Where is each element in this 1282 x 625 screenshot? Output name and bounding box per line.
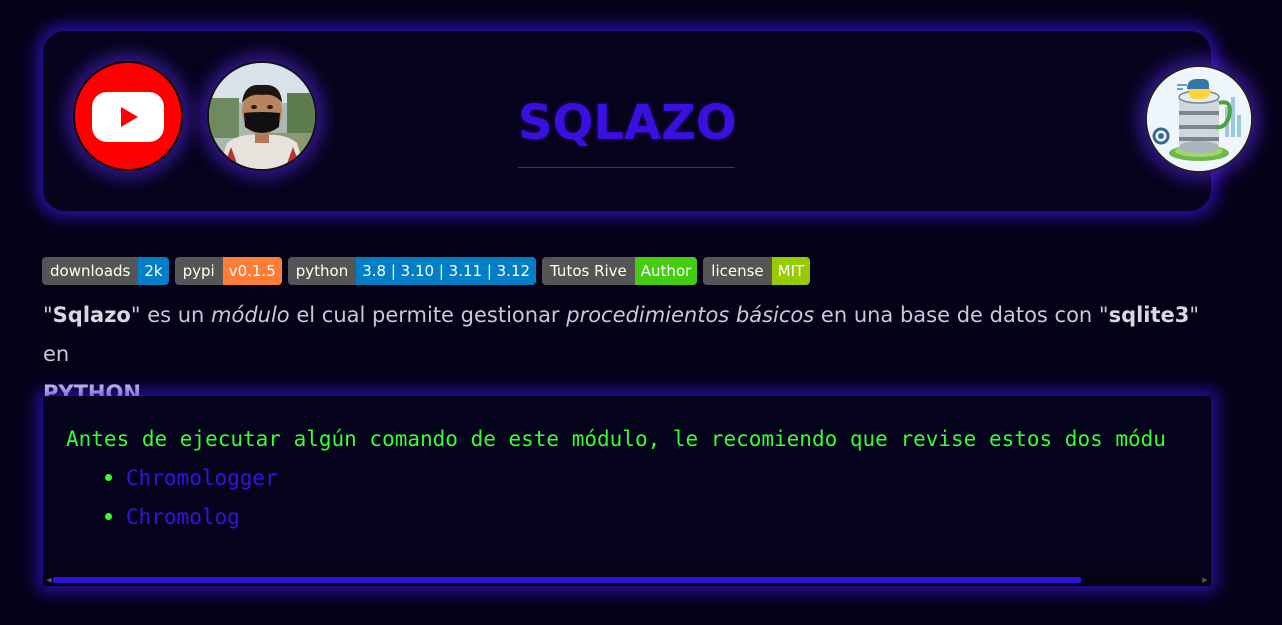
badge-label: license (703, 257, 772, 285)
dependency-list: Chromologger Chromolog (103, 463, 278, 541)
badge-author[interactable]: Tutos Rive Author (542, 257, 698, 285)
desc-text: el cual permite gestionar (289, 303, 567, 327)
horizontal-scrollbar[interactable]: ◀ ▶ (43, 574, 1211, 586)
header-card: SQLAZO (43, 31, 1253, 211)
page-title: SQLAZO (518, 95, 737, 151)
badge-value: 3.8 | 3.10 | 3.11 | 3.12 (356, 257, 537, 285)
badge-value: v0.1.5 (222, 257, 282, 285)
badge-value: Author (634, 257, 698, 285)
code-block: Antes de ejecutar algún comando de este … (43, 396, 1211, 586)
bullet-icon (105, 474, 112, 481)
list-item: Chromolog (103, 502, 278, 541)
title-divider (518, 167, 735, 168)
badge-value: MIT (771, 257, 811, 285)
author-photo (209, 63, 315, 169)
link-chromolog[interactable]: Chromolog (126, 505, 240, 529)
badge-value: 2k (138, 257, 169, 285)
scroll-right-icon[interactable]: ▶ (1201, 576, 1209, 584)
badge-license[interactable]: license MIT (703, 257, 811, 285)
badge-python[interactable]: python 3.8 | 3.10 | 3.11 | 3.12 (287, 257, 537, 285)
page: SQLAZO downloads 2k pypi v0.1.5 python 3… (0, 0, 1282, 625)
database-python-icon (1147, 67, 1251, 171)
youtube-icon (75, 63, 181, 169)
bullet-icon (105, 513, 112, 520)
badge-downloads[interactable]: downloads 2k (42, 257, 169, 285)
desc-sqlite: sqlite3 (1108, 303, 1190, 327)
scrollbar-thumb[interactable] (53, 577, 1081, 583)
badge-pypi[interactable]: pypi v0.1.5 (174, 257, 282, 285)
badge-label: Tutos Rive (542, 257, 635, 285)
youtube-link[interactable] (73, 61, 183, 171)
scroll-left-icon[interactable]: ◀ (45, 576, 53, 584)
sqlite-python-logo (1145, 65, 1253, 173)
author-avatar[interactable] (207, 61, 317, 171)
code-intro: Antes de ejecutar algún comando de este … (66, 427, 1166, 451)
badge-label: pypi (174, 257, 223, 285)
badge-row: downloads 2k pypi v0.1.5 python 3.8 | 3.… (42, 257, 811, 285)
desc-emphasis: módulo (211, 303, 290, 327)
badge-label: python (287, 257, 357, 285)
desc-module-name: Sqlazo (52, 303, 131, 327)
desc-text: en una base de datos con " (814, 303, 1109, 327)
desc-quote: " (43, 303, 53, 327)
list-item: Chromologger (103, 463, 278, 502)
link-chromologger[interactable]: Chromologger (126, 466, 278, 490)
badge-label: downloads (42, 257, 139, 285)
desc-text: " es un (130, 303, 212, 327)
desc-emphasis: procedimientos básicos (566, 303, 815, 327)
